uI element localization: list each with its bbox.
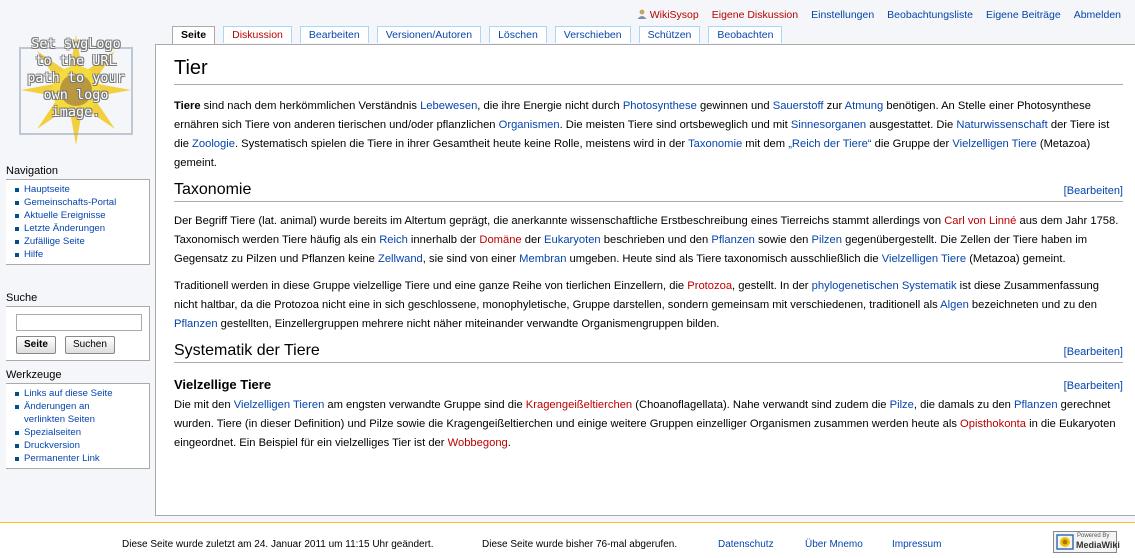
link-eukaryoten[interactable]: Eukaryoten	[544, 234, 601, 246]
link-phylogenetische-systematik[interactable]: phylogenetischen Systematik	[812, 280, 957, 292]
tab-discussion[interactable]: Diskussion	[223, 26, 292, 43]
page-tabs: Seite Diskussion Bearbeiten Versionen/Au…	[172, 26, 783, 45]
tab-protect[interactable]: Schützen	[638, 26, 701, 43]
footer-view-count: Diese Seite wurde bisher 76-mal abgerufe…	[482, 539, 678, 550]
subsection-heading-vielzellige: Vielzellige Tiere [Bearbeiten]	[174, 377, 1123, 392]
search-heading: Suche	[6, 292, 38, 304]
link-domaene[interactable]: Domäne	[479, 234, 521, 246]
sidebar-item-current-events[interactable]: Aktuelle Ereignisse	[14, 209, 145, 222]
link-opisthokonta[interactable]: Opisthokonta	[960, 418, 1026, 430]
link-pflanzen-3[interactable]: Pflanzen	[1014, 399, 1058, 411]
contributions-link[interactable]: Eigene Beiträge	[986, 9, 1061, 21]
section-heading-systematik: Systematik der Tiere [Bearbeiten]	[174, 342, 1123, 363]
link-vielzellige-tiere-2[interactable]: Vielzelligen Tiere	[882, 253, 966, 265]
link-pilzen[interactable]: Pilzen	[812, 234, 842, 246]
user-icon	[637, 9, 647, 19]
sidebar-item-special-pages[interactable]: Spezialseiten	[14, 426, 145, 439]
link-pflanzen[interactable]: Pflanzen	[711, 234, 755, 246]
link-wobbegong[interactable]: Wobbegong	[448, 437, 508, 449]
edit-section-link[interactable]: [Bearbeiten]	[1064, 346, 1123, 358]
intro-paragraph: Tiere sind nach dem herkömmlichen Verstä…	[174, 100, 1110, 169]
tab-watch[interactable]: Beobachten	[708, 26, 783, 43]
link-reich-der-tiere[interactable]: „Reich der Tiere“	[788, 138, 871, 150]
sidebar-item-main-page[interactable]: Hauptseite	[14, 183, 145, 196]
navigation-portlet: Navigation Hauptseite Gemeinschafts-Port…	[6, 165, 150, 265]
sidebar-item-print-version[interactable]: Druckversion	[14, 439, 145, 452]
user-talk-link[interactable]: Eigene Diskussion	[712, 9, 798, 21]
link-reich[interactable]: Reich	[379, 234, 408, 246]
powered-by-mediawiki-badge[interactable]: Powered By MediaWiki	[1053, 531, 1120, 553]
link-sauerstoff[interactable]: Sauerstoff	[773, 100, 824, 112]
link-vielzellige-tiere[interactable]: Vielzelligen Tiere	[952, 138, 1036, 150]
link-zoologie[interactable]: Zoologie	[192, 138, 235, 150]
link-photosynthese[interactable]: Photosynthese	[623, 100, 697, 112]
taxonomie-paragraph-2: Traditionell werden in diese Gruppe viel…	[174, 280, 1099, 330]
toolbox-portlet: Werkzeuge Links auf diese Seite Änderung…	[6, 369, 150, 469]
footer-disclaimer-link[interactable]: Impressum	[892, 539, 941, 550]
edit-section-link[interactable]: [Bearbeiten]	[1064, 380, 1123, 392]
footer-privacy-link[interactable]: Datenschutz	[718, 539, 774, 550]
link-atmung[interactable]: Atmung	[845, 100, 884, 112]
mediawiki-flower-icon	[1056, 534, 1074, 550]
link-organismen[interactable]: Organismen	[499, 119, 560, 131]
sidebar-item-whatlinkshere[interactable]: Links auf diese Seite	[14, 387, 145, 400]
sidebar-item-help[interactable]: Hilfe	[14, 248, 145, 261]
toolbox-heading: Werkzeuge	[6, 369, 62, 381]
logout-link[interactable]: Abmelden	[1074, 9, 1121, 21]
logo-text: Set $wgLogo to the URL path to your own …	[27, 36, 125, 120]
user-page-link[interactable]: WikiSysop	[637, 9, 699, 21]
search-portlet: Suche Seite Suchen	[6, 292, 150, 361]
tab-history[interactable]: Versionen/Autoren	[376, 26, 482, 43]
link-naturwissenschaft[interactable]: Naturwissenschaft	[956, 119, 1047, 131]
tab-edit[interactable]: Bearbeiten	[299, 26, 369, 43]
sidebar-item-related-changes[interactable]: Änderungen an verlinkten Seiten	[14, 400, 145, 426]
sidebar-item-community-portal[interactable]: Gemeinschafts-Portal	[14, 196, 145, 209]
link-membran[interactable]: Membran	[519, 253, 566, 265]
sidebar-item-random-page[interactable]: Zufällige Seite	[14, 235, 145, 248]
link-carl-von-linne[interactable]: Carl von Linné	[944, 215, 1016, 227]
sidebar-item-recent-changes[interactable]: Letzte Änderungen	[14, 222, 145, 235]
personal-tools: WikiSysop Eigene Diskussion Einstellunge…	[637, 9, 1121, 21]
vielzellige-paragraph: Die mit den Vielzelligen Tieren am engst…	[174, 399, 1116, 449]
page-title: Tier	[174, 57, 1123, 85]
link-lebewesen[interactable]: Lebewesen	[420, 100, 477, 112]
watchlist-link[interactable]: Beobachtungsliste	[887, 9, 973, 21]
link-pilze[interactable]: Pilze	[890, 399, 914, 411]
link-protozoa[interactable]: Protozoa	[687, 280, 732, 292]
link-pflanzen-2[interactable]: Pflanzen	[174, 318, 218, 330]
link-zellwand[interactable]: Zellwand	[378, 253, 423, 265]
link-vielzelligen-tieren[interactable]: Vielzelligen Tieren	[234, 399, 325, 411]
search-button[interactable]: Suchen	[64, 336, 115, 354]
link-sinnesorganen[interactable]: Sinnesorganen	[791, 119, 866, 131]
footer: Diese Seite wurde zuletzt am 24. Januar …	[0, 522, 1135, 558]
section-heading-taxonomie: Taxonomie [Bearbeiten]	[174, 181, 1123, 202]
edit-section-link[interactable]: [Bearbeiten]	[1064, 185, 1123, 197]
link-kragengeisseltierchen[interactable]: Kragengeißeltierchen	[526, 399, 632, 411]
search-input[interactable]	[16, 314, 142, 331]
tab-page[interactable]: Seite	[172, 26, 216, 45]
navigation-heading: Navigation	[6, 165, 58, 177]
search-go-button[interactable]: Seite	[16, 336, 56, 354]
footer-about-link[interactable]: Über Mnemo	[805, 539, 863, 550]
taxonomie-paragraph-1: Der Begriff Tiere (lat. animal) wurde be…	[174, 215, 1119, 265]
site-logo[interactable]: Set $wgLogo to the URL path to your own …	[6, 30, 146, 158]
link-algen[interactable]: Algen	[940, 299, 969, 311]
preferences-link[interactable]: Einstellungen	[811, 9, 874, 21]
link-taxonomie[interactable]: Taxonomie	[688, 138, 742, 150]
tab-delete[interactable]: Löschen	[489, 26, 547, 43]
footer-last-modified: Diese Seite wurde zuletzt am 24. Januar …	[122, 539, 434, 550]
tab-move[interactable]: Verschieben	[554, 26, 631, 43]
main-content: Tier Tiere sind nach dem herkömmlichen V…	[155, 44, 1135, 516]
sidebar-item-permanent-link[interactable]: Permanenter Link	[14, 452, 145, 465]
